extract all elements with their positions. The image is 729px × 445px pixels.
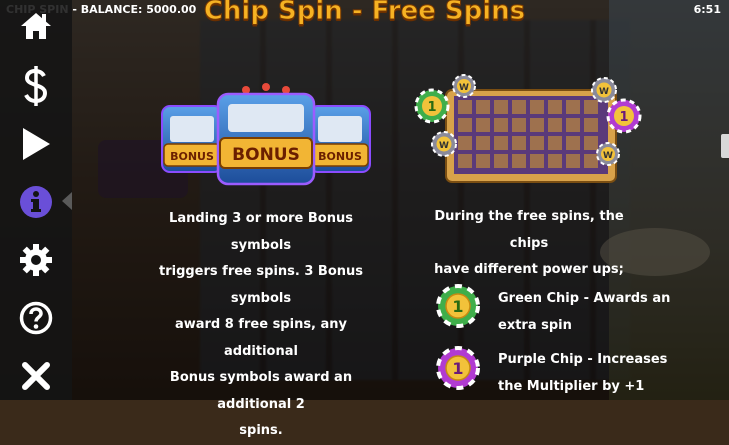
purple-chip-line-2: the Multiplier by +1	[498, 379, 645, 394]
home-icon	[21, 13, 51, 39]
bonus-slot-machines-illustration: BONUS BONUS BONUS	[161, 83, 371, 186]
info-icon	[20, 186, 52, 218]
page-title: Chip Spin - Free Spins	[203, 0, 526, 27]
bonus-symbol-left-label: BONUS	[170, 150, 214, 163]
center-slot-machine	[216, 83, 316, 186]
purple-chip-description: Purple Chip - Increases the Multiplier b…	[498, 346, 698, 400]
info-button[interactable]	[12, 182, 60, 222]
bonus-symbol-center-label: BONUS	[232, 145, 300, 165]
bonus-rules-line-2: triggers free spins. 3 Bonus symbols	[158, 264, 364, 306]
green-chip-art: 1	[414, 88, 450, 124]
green-chip-description: Green Chip - Awards an extra spin	[498, 285, 698, 339]
purple-chip-art: 1	[606, 98, 642, 134]
bonus-rules-line-3: award 8 free spins, any additional	[174, 317, 348, 359]
gray-chip-art-4: W	[596, 142, 620, 166]
gray-chip-art-2: W	[591, 77, 617, 103]
wild-chip-label-4: W	[603, 151, 613, 161]
active-page-marker	[62, 192, 72, 210]
purple-chip-icon: 1	[436, 346, 480, 390]
help-button[interactable]	[12, 298, 60, 338]
scroll-handle[interactable]	[721, 134, 729, 158]
gear-icon	[20, 244, 52, 276]
chips-reels-illustration: 1 1 W W W W	[414, 74, 642, 183]
chips-intro-line-2: have different power ups;	[434, 262, 624, 277]
chips-intro-line-1: During the free spins, the chips	[434, 209, 624, 251]
paytable-button[interactable]	[12, 66, 60, 106]
sidebar	[0, 0, 72, 400]
bonus-rules-text: Landing 3 or more Bonus symbols triggers…	[138, 206, 384, 445]
home-button[interactable]	[12, 6, 60, 46]
purple-chip-value: 1	[452, 359, 463, 378]
settings-button[interactable]	[12, 240, 60, 280]
close-icon	[22, 362, 50, 390]
play-icon	[23, 128, 50, 160]
gray-chip-art-3: W	[431, 131, 457, 157]
dollar-icon	[24, 66, 48, 106]
purple-chip-art-value: 1	[619, 110, 628, 125]
wild-chip-label-2: W	[599, 87, 609, 97]
gray-chip-art-1: W	[452, 74, 476, 98]
bonus-rules-line-4: Bonus symbols award an additional 2	[169, 370, 353, 412]
play-button[interactable]	[12, 124, 60, 164]
green-chip-art-value: 1	[427, 100, 436, 115]
wild-chip-label-1: W	[459, 83, 469, 93]
green-chip-line-2: extra spin	[498, 318, 572, 333]
chips-intro-text: During the free spins, the chips have di…	[424, 204, 634, 284]
wild-chip-label-3: W	[439, 141, 449, 151]
bonus-rules-line-5: spins.	[239, 423, 283, 438]
bonus-rules-line-1: Landing 3 or more Bonus symbols	[169, 211, 353, 253]
close-button[interactable]	[12, 356, 60, 396]
question-icon	[19, 301, 53, 335]
purple-chip-line-1: Purple Chip - Increases	[498, 352, 668, 367]
green-chip-line-1: Green Chip - Awards an	[498, 291, 671, 306]
green-chip-value: 1	[452, 297, 463, 316]
green-chip-icon: 1	[436, 284, 480, 328]
bonus-symbol-right-label: BONUS	[318, 150, 362, 163]
